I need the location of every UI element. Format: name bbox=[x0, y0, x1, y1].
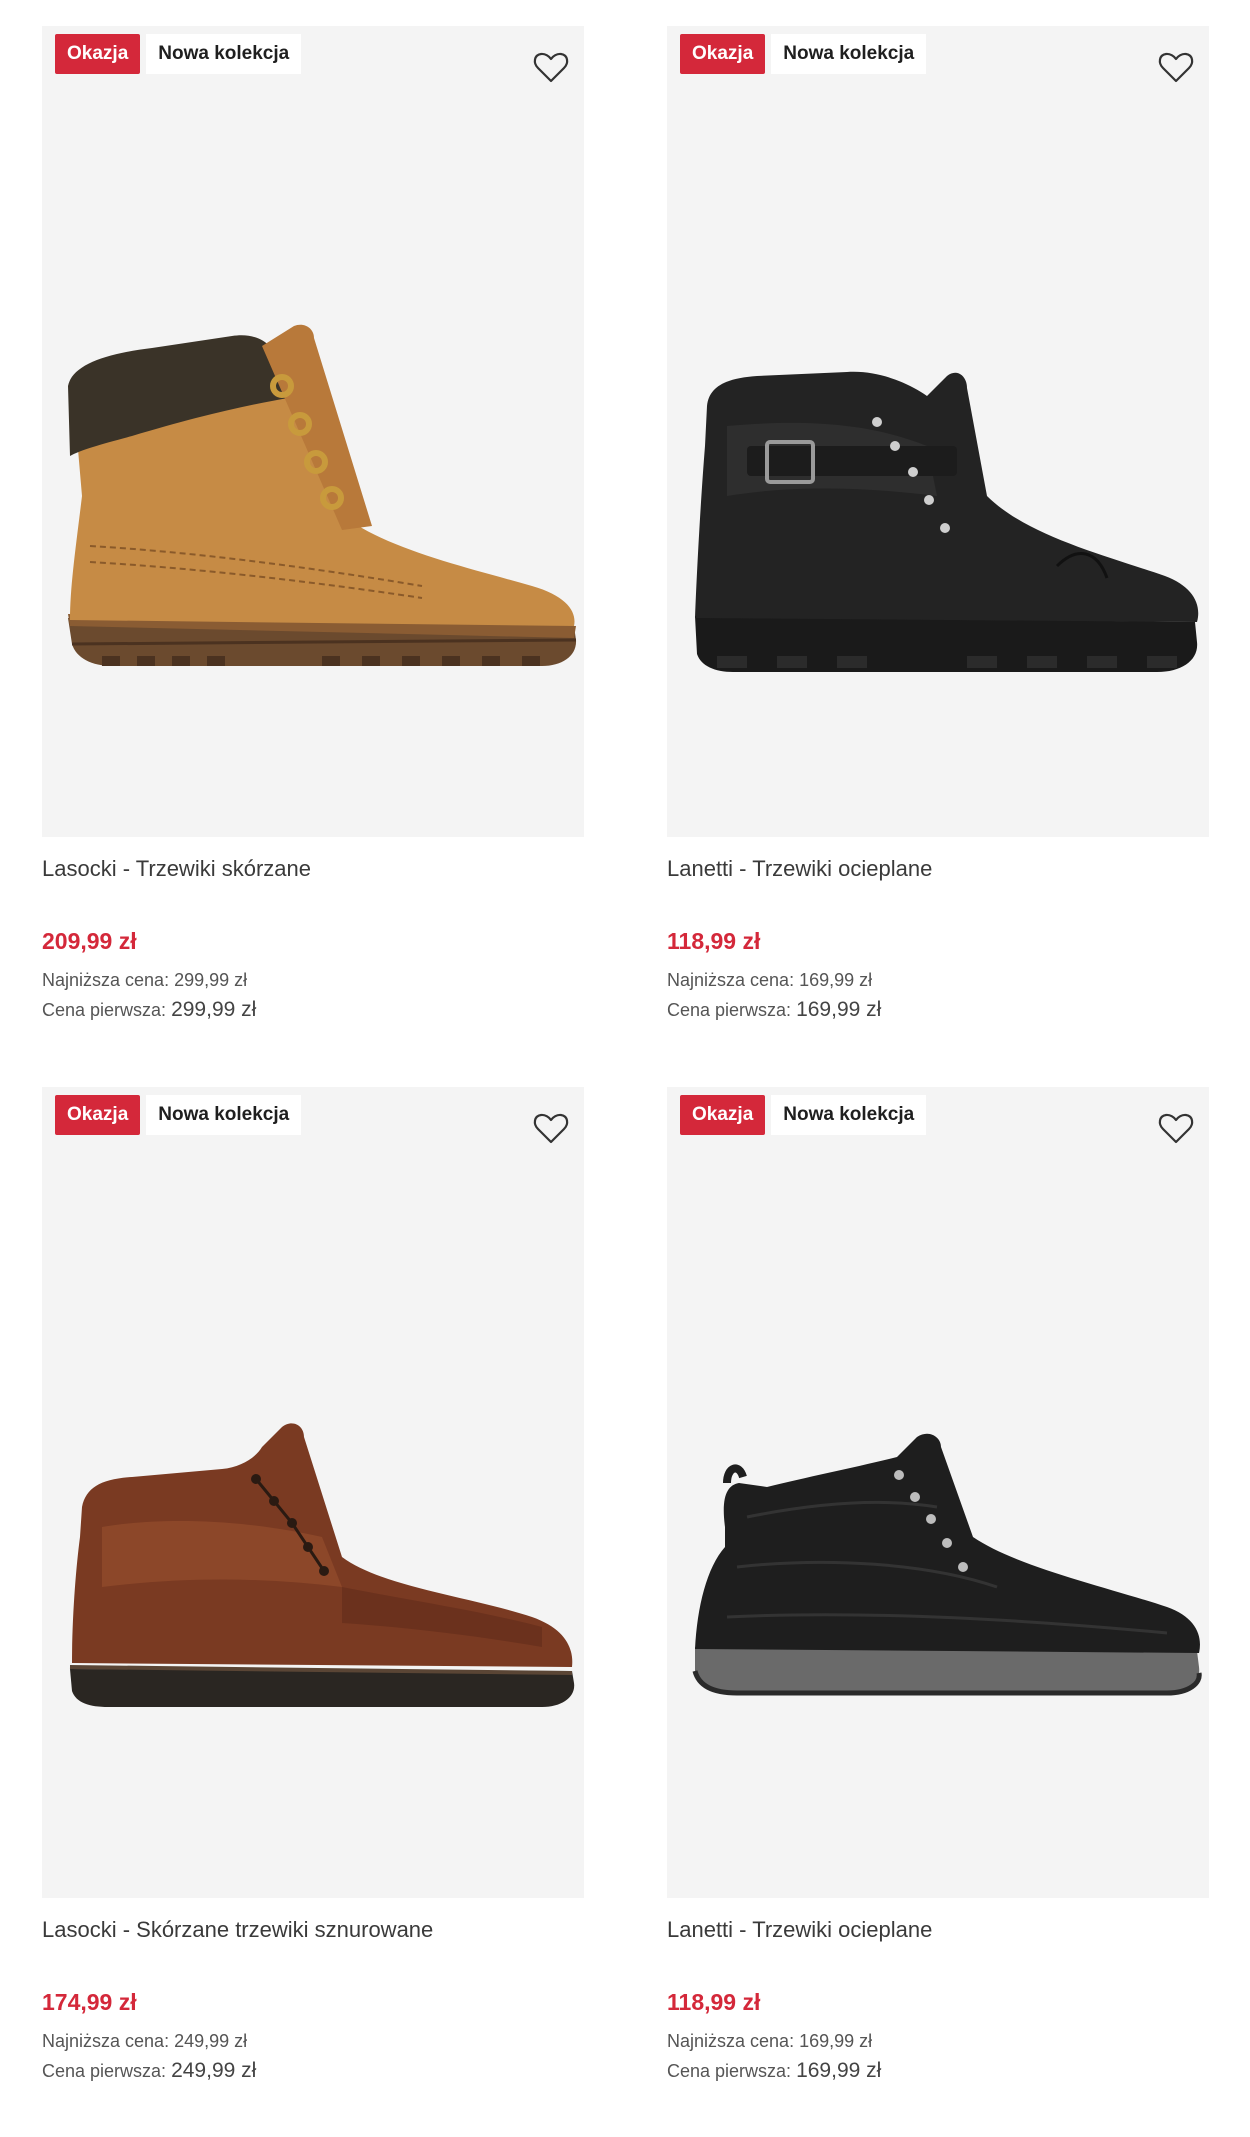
product-image-area[interactable]: Okazja Nowa kolekcja bbox=[667, 1087, 1209, 1898]
first-price: Cena pierwsza: 249,99 zł bbox=[42, 2059, 256, 2083]
first-price-label: Cena pierwsza: bbox=[667, 2061, 792, 2081]
product-image-area[interactable]: Okazja Nowa kolekcja bbox=[42, 1087, 584, 1898]
first-price: Cena pierwsza: 299,99 zł bbox=[42, 998, 256, 1022]
heart-outline-icon[interactable] bbox=[1155, 46, 1197, 88]
new-collection-badge: Nowa kolekcja bbox=[146, 34, 302, 74]
first-price-label: Cena pierwsza: bbox=[42, 1000, 167, 1020]
first-price-value: 299,99 zł bbox=[171, 998, 257, 1021]
sale-badge: Okazja bbox=[55, 34, 141, 74]
first-price-label: Cena pierwsza: bbox=[42, 2061, 167, 2081]
product-price: 209,99 zł bbox=[42, 928, 137, 954]
tan-work-boot-image bbox=[68, 324, 577, 666]
first-price-value: 249,99 zł bbox=[171, 2059, 257, 2082]
lowest-price: Najniższa cena: 169,99 zł bbox=[667, 970, 873, 990]
first-price: Cena pierwsza: 169,99 zł bbox=[667, 2059, 881, 2083]
product-name[interactable]: Lasocki - Trzewiki skórzane bbox=[42, 856, 584, 882]
first-price-value: 169,99 zł bbox=[796, 2059, 882, 2082]
black-buckle-boot-image bbox=[695, 371, 1199, 672]
product-card[interactable]: Okazja Nowa kolekcja bbox=[667, 26, 1209, 1076]
heart-outline-icon[interactable] bbox=[530, 1107, 572, 1149]
product-card[interactable]: Okazja Nowa kolekcja bbox=[42, 26, 584, 1076]
product-grid: Okazja Nowa kolekcja Lasocki - Trzewiki … bbox=[0, 0, 1250, 2123]
brown-leather-chukka-image bbox=[69, 1423, 575, 1707]
badge-row: Okazja Nowa kolekcja bbox=[680, 34, 927, 74]
sale-badge: Okazja bbox=[680, 34, 766, 74]
product-image-area[interactable]: Okazja Nowa kolekcja bbox=[667, 26, 1209, 837]
black-sneaker-boot-image bbox=[692, 1433, 1202, 1696]
first-price-label: Cena pierwsza: bbox=[667, 1000, 792, 1020]
lowest-price: Najniższa cena: 169,99 zł bbox=[667, 2031, 873, 2051]
product-image-area[interactable]: Okazja Nowa kolekcja bbox=[42, 26, 584, 837]
product-price: 118,99 zł bbox=[667, 928, 761, 954]
heart-outline-icon[interactable] bbox=[530, 46, 572, 88]
badge-row: Okazja Nowa kolekcja bbox=[55, 1095, 302, 1135]
product-price: 118,99 zł bbox=[667, 1989, 761, 2015]
new-collection-badge: Nowa kolekcja bbox=[146, 1095, 302, 1135]
product-price: 174,99 zł bbox=[42, 1989, 137, 2015]
product-card[interactable]: Okazja Nowa kolekcja bbox=[667, 1087, 1209, 2137]
product-name[interactable]: Lanetti - Trzewiki ocieplane bbox=[667, 856, 1209, 882]
heart-outline-icon[interactable] bbox=[1155, 1107, 1197, 1149]
badge-row: Okazja Nowa kolekcja bbox=[680, 1095, 927, 1135]
badge-row: Okazja Nowa kolekcja bbox=[55, 34, 302, 74]
first-price: Cena pierwsza: 169,99 zł bbox=[667, 998, 881, 1022]
lowest-price: Najniższa cena: 249,99 zł bbox=[42, 2031, 248, 2051]
new-collection-badge: Nowa kolekcja bbox=[771, 34, 927, 74]
new-collection-badge: Nowa kolekcja bbox=[771, 1095, 927, 1135]
lowest-price: Najniższa cena: 299,99 zł bbox=[42, 970, 248, 990]
product-name[interactable]: Lasocki - Skórzane trzewiki sznurowane bbox=[42, 1917, 584, 1943]
sale-badge: Okazja bbox=[680, 1095, 766, 1135]
sale-badge: Okazja bbox=[55, 1095, 141, 1135]
product-card[interactable]: Okazja Nowa kolekcja bbox=[42, 1087, 584, 2137]
product-name[interactable]: Lanetti - Trzewiki ocieplane bbox=[667, 1917, 1209, 1943]
first-price-value: 169,99 zł bbox=[796, 998, 882, 1021]
